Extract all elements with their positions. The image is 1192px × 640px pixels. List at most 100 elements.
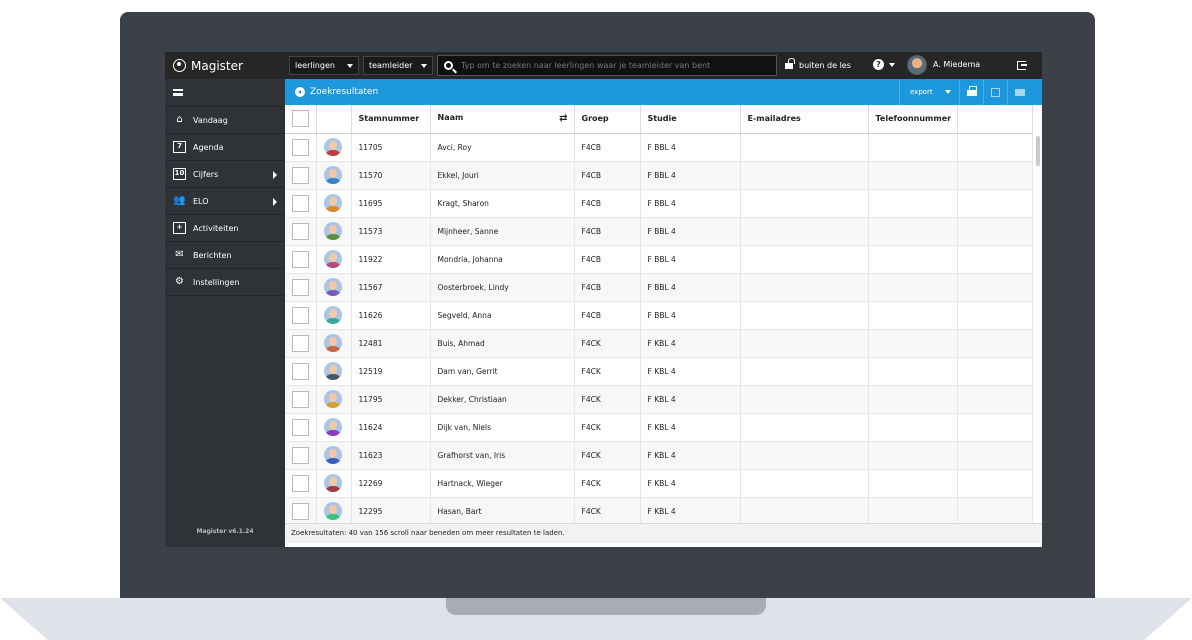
user-avatar[interactable]	[907, 55, 927, 75]
table-row[interactable]: 11705 Avci, Roy F4CB F BBL 4	[285, 133, 1033, 162]
cell-stamnummer: 12295	[351, 497, 431, 523]
search-icon[interactable]	[444, 61, 453, 70]
cell-telefoon	[868, 245, 958, 274]
row-checkbox[interactable]	[292, 502, 309, 520]
sidebar-item-cijfers[interactable]: 10 Cijfers	[165, 161, 285, 188]
search-input[interactable]	[461, 61, 761, 70]
row-checkbox-cell	[285, 385, 317, 414]
mail-button[interactable]	[1007, 79, 1031, 105]
help-chevron-down-icon[interactable]	[889, 63, 895, 67]
table-row[interactable]: 12519 Dam van, Gerrit F4CK F KBL 4	[285, 357, 1033, 386]
cell-telefoon	[868, 133, 958, 162]
column-header-groep[interactable]: Groep	[574, 105, 641, 134]
table-scrollbar[interactable]	[1036, 136, 1040, 166]
row-checkbox[interactable]	[292, 334, 309, 352]
app-logo[interactable]: Magister	[165, 52, 285, 79]
cell-groep: F4CB	[574, 217, 641, 246]
swap-arrows-icon[interactable]: ⇄	[559, 113, 567, 124]
table-row[interactable]: 12481 Buis, Ahmad F4CK F KBL 4	[285, 329, 1033, 358]
row-checkbox[interactable]	[292, 222, 309, 240]
row-checkbox[interactable]	[292, 362, 309, 380]
table-row[interactable]: 11623 Grafhorst van, Iris F4CK F KBL 4	[285, 441, 1033, 470]
student-avatar	[323, 250, 342, 268]
sidebar-item-instellingen[interactable]: ⚙ Instellingen	[165, 269, 285, 296]
cell-telefoon	[868, 497, 958, 523]
cell-naam: Dekker, Christiaan	[430, 385, 575, 414]
logout-icon[interactable]	[1017, 61, 1027, 70]
row-checkbox[interactable]	[292, 418, 309, 436]
cell-groep: F4CK	[574, 385, 641, 414]
table-row[interactable]: 11922 Mondria, Johanna F4CB F BBL 4	[285, 245, 1033, 274]
row-checkbox-cell	[285, 161, 317, 190]
outside-class-button[interactable]: buiten de les	[785, 57, 851, 74]
select-all-checkbox[interactable]	[292, 110, 309, 128]
export-button[interactable]: export	[899, 79, 959, 105]
row-checkbox-cell	[285, 273, 317, 302]
role-select[interactable]: teamleider	[363, 56, 433, 75]
row-checkbox[interactable]	[292, 390, 309, 408]
sidebar-item-elo[interactable]: 👥 ELO	[165, 188, 285, 215]
table-row[interactable]: 12269 Hartnack, Wieger F4CK F KBL 4	[285, 469, 1033, 498]
row-checkbox[interactable]	[292, 306, 309, 324]
cell-telefoon	[868, 385, 958, 414]
row-checkbox[interactable]	[292, 278, 309, 296]
cell-extra	[957, 189, 1033, 218]
table-row[interactable]: 12295 Hasan, Bart F4CK F KBL 4	[285, 497, 1033, 523]
column-header-telefoon[interactable]: Telefoonnummer	[868, 105, 958, 134]
column-header-studie[interactable]: Studie	[640, 105, 741, 134]
cell-groep: F4CK	[574, 357, 641, 386]
cell-stamnummer: 11705	[351, 133, 431, 162]
print-button[interactable]	[959, 79, 983, 105]
group-select[interactable]: leerlingen	[289, 56, 359, 75]
select-all-header	[285, 105, 317, 134]
sidebar-item-berichten[interactable]: ✉ Berichten	[165, 242, 285, 269]
table-row[interactable]: 11573 Mijnheer, Sanne F4CB F BBL 4	[285, 217, 1033, 246]
sidebar-item-agenda[interactable]: 7 Agenda	[165, 134, 285, 161]
cell-extra	[957, 497, 1033, 523]
student-avatar	[323, 222, 342, 240]
row-photo-cell	[316, 497, 352, 523]
row-checkbox-cell	[285, 189, 317, 218]
cell-telefoon	[868, 441, 958, 470]
row-checkbox[interactable]	[292, 474, 309, 492]
sidebar-item-label: Agenda	[193, 142, 224, 152]
row-checkbox[interactable]	[292, 194, 309, 212]
help-icon[interactable]: ?	[873, 59, 884, 70]
column-header-naam[interactable]: Naam ⇄	[430, 105, 575, 134]
chevron-right-icon	[273, 171, 277, 179]
column-header-stamnummer[interactable]: Stamnummer	[351, 105, 431, 134]
user-name[interactable]: A. Miedema	[933, 60, 980, 69]
table-row[interactable]: 11626 Segveld, Anna F4CB F BBL 4	[285, 301, 1033, 330]
table-row[interactable]: 11695 Kragt, Sharon F4CB F BBL 4	[285, 189, 1033, 218]
cell-email	[740, 441, 869, 470]
cell-telefoon	[868, 357, 958, 386]
column-header-extra	[957, 105, 1033, 134]
table-row[interactable]: 11795 Dekker, Christiaan F4CK F KBL 4	[285, 385, 1033, 414]
cell-naam: Buis, Ahmad	[430, 329, 575, 358]
cell-studie: F BBL 4	[640, 217, 741, 246]
menu-toggle[interactable]	[165, 79, 285, 107]
table-row[interactable]: 11567 Oosterbroek, Lindy F4CB F BBL 4	[285, 273, 1033, 302]
back-arrow-icon[interactable]	[295, 87, 305, 97]
row-checkbox[interactable]	[292, 138, 309, 156]
cell-extra	[957, 245, 1033, 274]
row-checkbox[interactable]	[292, 250, 309, 268]
cell-studie: F KBL 4	[640, 469, 741, 498]
sidebar-item-vandaag[interactable]: ⌂ Vandaag	[165, 107, 285, 134]
cell-groep: F4CB	[574, 133, 641, 162]
sidebar-item-activiteiten[interactable]: + Activiteiten	[165, 215, 285, 242]
laptop-notch	[446, 598, 766, 615]
row-checkbox[interactable]	[292, 446, 309, 464]
cell-email	[740, 329, 869, 358]
column-header-email[interactable]: E-mailadres	[740, 105, 869, 134]
cell-studie: F KBL 4	[640, 497, 741, 523]
row-checkbox[interactable]	[292, 166, 309, 184]
table-row[interactable]: 11570 Ekkel, Jouri F4CB F BBL 4	[285, 161, 1033, 190]
cell-extra	[957, 329, 1033, 358]
table-row[interactable]: 11624 Dijk van, Niels F4CK F KBL 4	[285, 413, 1033, 442]
row-checkbox-cell	[285, 217, 317, 246]
cell-naam: Dijk van, Niels	[430, 413, 575, 442]
row-checkbox-cell	[285, 469, 317, 498]
calendar-button[interactable]	[983, 79, 1007, 105]
cell-extra	[957, 273, 1033, 302]
